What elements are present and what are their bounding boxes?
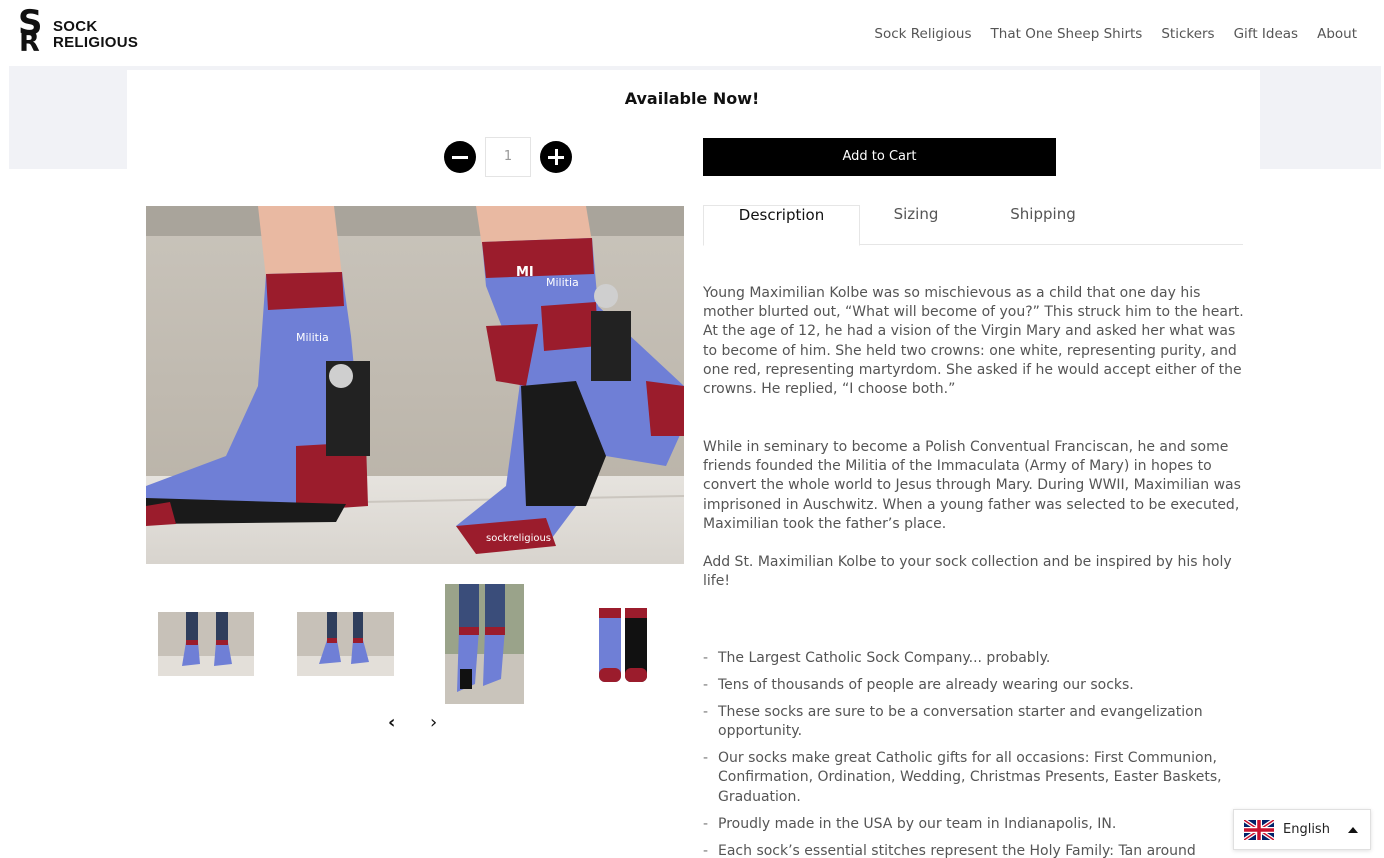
tab-sizing[interactable]: Sizing	[869, 205, 963, 245]
list-item: Tens of thousands of people are already …	[703, 676, 1248, 695]
sock-left-text: Militia	[296, 331, 329, 344]
sock-right-text: Militia	[546, 276, 579, 289]
description-paragraph-3: Add St. Maximilian Kolbe to your sock co…	[703, 554, 1232, 590]
minus-icon	[452, 155, 468, 159]
thumbnail-2-image	[297, 612, 394, 676]
list-item: Our socks make great Catholic gifts for …	[703, 749, 1248, 807]
thumbnail-1[interactable]	[158, 612, 254, 676]
thumbnail-prev-arrow-icon[interactable]: ‹	[388, 712, 395, 733]
nav-gift-ideas[interactable]: Gift Ideas	[1234, 26, 1298, 42]
thumbnail-1-image	[158, 612, 254, 676]
brand-logo[interactable]: SR SOCK RELIGIOUS	[18, 3, 138, 58]
thumbnail-3-image	[445, 584, 524, 704]
nav-that-one-sheep-shirts[interactable]: That One Sheep Shirts	[991, 26, 1143, 42]
thumbnail-4-image	[597, 606, 650, 684]
quantity-input[interactable]: 1	[485, 137, 531, 177]
tab-description[interactable]: Description	[703, 205, 860, 246]
nav-stickers[interactable]: Stickers	[1161, 26, 1214, 42]
main-nav: Sock Religious That One Sheep Shirts Sti…	[874, 26, 1357, 42]
list-item: The Largest Catholic Sock Company... pro…	[703, 649, 1248, 668]
sock-badge-text: MI	[516, 265, 534, 280]
description-paragraph-2: While in seminary to become a Polish Con…	[703, 439, 1241, 532]
logo-line2: RELIGIOUS	[53, 34, 139, 51]
tab-shipping[interactable]: Shipping	[993, 205, 1093, 245]
logo-mark: SR	[18, 3, 43, 58]
availability-status: Available Now!	[624, 89, 760, 108]
list-item: Proudly made in the USA by our team in I…	[703, 815, 1248, 834]
quantity-value: 1	[503, 149, 513, 164]
decrease-quantity-button[interactable]	[444, 141, 476, 173]
nav-sock-religious[interactable]: Sock Religious	[874, 26, 971, 42]
plus-icon-v	[554, 149, 558, 165]
feature-list: The Largest Catholic Sock Company... pro…	[703, 649, 1248, 858]
logo-line1: SOCK	[53, 18, 98, 35]
product-tabs: Description Sizing Shipping	[703, 205, 1243, 246]
thumbnail-4[interactable]	[597, 606, 650, 684]
increase-quantity-button[interactable]	[540, 141, 572, 173]
thumbnail-2[interactable]	[297, 612, 394, 676]
description-paragraph-1: Young Maximilian Kolbe was so mischievou…	[703, 285, 1244, 398]
uk-flag-icon	[1244, 820, 1274, 840]
language-selector[interactable]: English	[1233, 809, 1371, 850]
logo-text: SOCK RELIGIOUS	[53, 19, 138, 51]
language-label: English	[1283, 822, 1330, 837]
nav-about[interactable]: About	[1317, 26, 1357, 42]
thumbnail-3[interactable]	[445, 584, 524, 704]
site-header: SR SOCK RELIGIOUS Sock Religious That On…	[0, 0, 1384, 66]
product-photo: Militia Militia MI sockreligious	[146, 206, 684, 564]
list-item: These socks are sure to be a conversatio…	[703, 703, 1248, 741]
main-product-image[interactable]: Militia Militia MI sockreligious	[146, 206, 684, 564]
thumbnail-next-arrow-icon[interactable]: ›	[430, 712, 437, 733]
list-item: Each sock’s essential stitches represent…	[703, 842, 1248, 858]
caret-up-icon	[1348, 827, 1358, 833]
add-to-cart-button[interactable]: Add to Cart	[703, 138, 1056, 176]
sock-sole-text: sockreligious	[486, 533, 551, 544]
